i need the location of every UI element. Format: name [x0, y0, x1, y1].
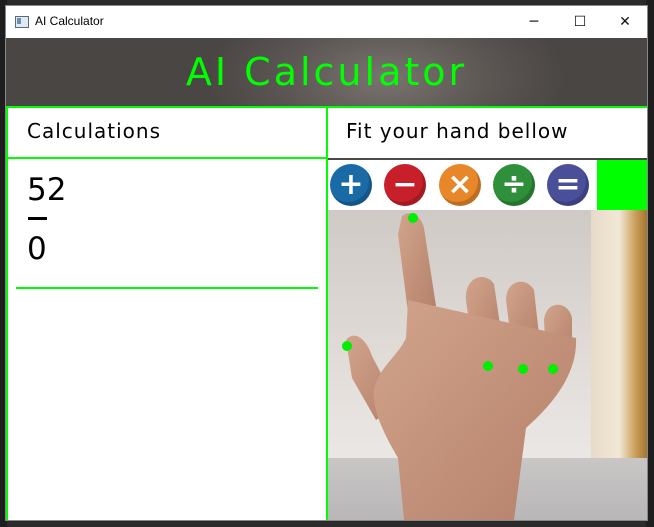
ring-finger-landmark — [518, 364, 528, 374]
app-icon — [15, 16, 29, 28]
thumb-tip-landmark — [342, 341, 352, 351]
calculations-panel — [6, 108, 326, 520]
subtract-button[interactable]: − — [384, 164, 426, 206]
multiply-button[interactable]: × — [439, 164, 481, 206]
middle-finger-landmark — [483, 361, 493, 371]
second-operand: 0 — [27, 231, 47, 267]
index-fingertip-landmark — [408, 213, 418, 223]
equals-button[interactable]: = — [547, 164, 589, 206]
pinky-finger-landmark — [548, 364, 558, 374]
title-bar[interactable]: AI Calculator ─ ☐ ✕ — [6, 6, 647, 38]
result-divider — [16, 287, 318, 289]
operator-sign — [28, 217, 47, 220]
first-operand: 52 — [27, 172, 67, 208]
calculations-heading: Calculations — [27, 119, 161, 143]
app-title: AI Calculator — [185, 50, 468, 94]
instruction-heading: Fit your hand bellow — [346, 119, 569, 143]
minimize-button[interactable]: ─ — [511, 6, 557, 38]
divide-button[interactable]: ÷ — [493, 164, 535, 206]
close-button[interactable]: ✕ — [602, 6, 648, 38]
calculations-header-divider — [6, 157, 328, 159]
maximize-button[interactable]: ☐ — [557, 6, 603, 38]
add-button[interactable]: + — [330, 164, 372, 206]
left-border — [6, 106, 8, 520]
app-window: AI Calculator ─ ☐ ✕ AI Calculator Calcul… — [6, 6, 647, 520]
desktop-background-right — [646, 0, 654, 527]
selection-indicator — [597, 160, 647, 210]
app-canvas: AI Calculator Calculations Fit your hand… — [6, 38, 647, 520]
window-title: AI Calculator — [35, 14, 104, 28]
